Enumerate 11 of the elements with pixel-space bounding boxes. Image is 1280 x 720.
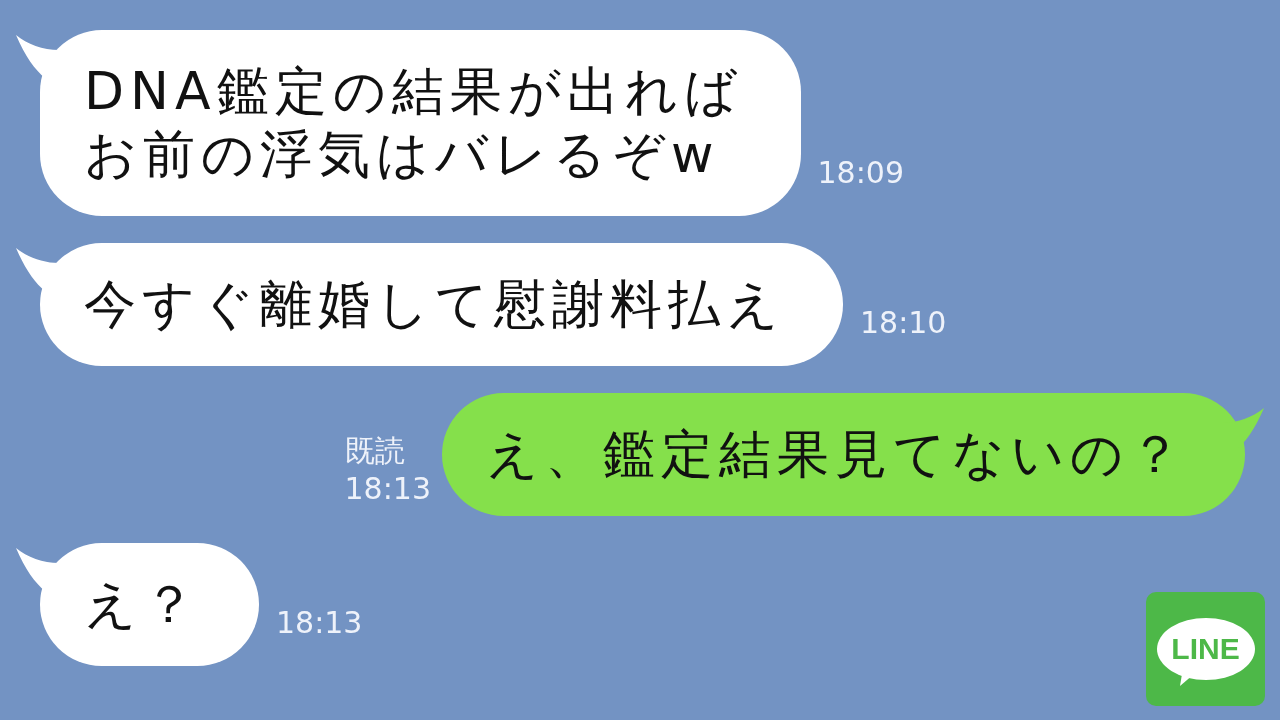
message-text: お前の浮気はバレるぞw — [84, 123, 721, 186]
message-text: DNA鑑定の結果が出れば — [84, 60, 743, 123]
read-receipt: 既読 — [344, 432, 405, 470]
logo-text: LINE — [1171, 632, 1240, 666]
message-text: え？ — [84, 573, 201, 636]
message-text: え、鑑定結果見てないの？ — [486, 423, 1187, 486]
message-time: 18:13 — [344, 470, 431, 508]
message-time: 18:10 — [860, 305, 947, 341]
message-text: 今すぐ離婚して慰謝料払え — [84, 273, 785, 336]
message-time: 18:09 — [817, 155, 904, 191]
message-time: 18:13 — [276, 605, 363, 641]
